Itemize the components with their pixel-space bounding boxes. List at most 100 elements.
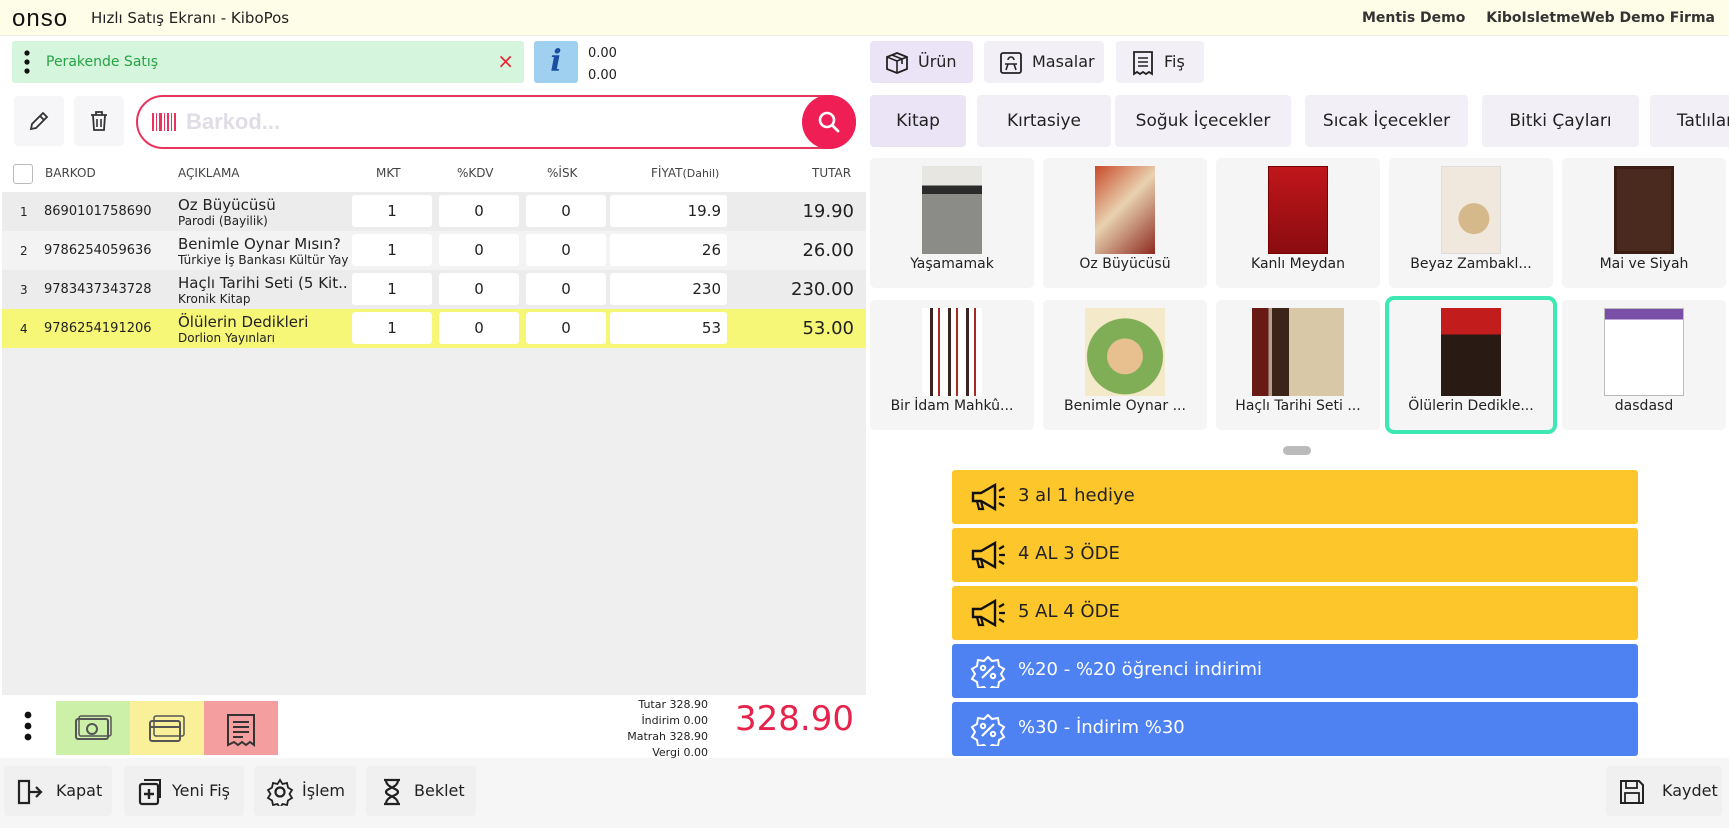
qty-field[interactable]: 1 — [352, 312, 432, 344]
table-row-selected[interactable]: 4 9786254191206 Ölülerin Dedikleri Dorli… — [2, 309, 866, 348]
kdv-field[interactable]: 0 — [439, 234, 519, 266]
cash-payment-button[interactable] — [56, 701, 130, 755]
discount-field[interactable]: 0 — [526, 312, 606, 344]
product-title: Benimle Oynar ... — [1064, 398, 1186, 414]
product-title: Kanlı Meydan — [1251, 256, 1345, 272]
cart-empty-area — [2, 348, 866, 695]
category-item[interactable]: Soğuk İçecekler — [1115, 95, 1291, 147]
discount-badge-icon — [970, 714, 1006, 746]
product-card[interactable]: Oz Büyücüsü — [1043, 158, 1207, 288]
matrah-value: 328.90 — [669, 730, 709, 743]
discount-field[interactable]: 0 — [526, 234, 606, 266]
product-card[interactable]: Bir İdam Mahkû... — [870, 300, 1034, 430]
megaphone-icon — [971, 482, 1005, 512]
product-title: dasdasd — [1614, 398, 1674, 414]
row-publisher: Dorlion Yayınları — [178, 331, 275, 345]
select-all-checkbox[interactable] — [13, 164, 33, 184]
clear-customer-icon[interactable]: × — [497, 49, 514, 73]
promotion-label: 3 al 1 hediye — [1018, 485, 1135, 506]
product-card[interactable]: Haçlı Tarihi Seti ... — [1216, 300, 1380, 430]
save-icon — [1620, 780, 1644, 804]
receipt-icon — [1133, 51, 1153, 76]
table-row[interactable]: 2 9786254059636 Benimle Oynar Mısın? Tür… — [2, 231, 866, 270]
col-fiyat: FİYAT(Dahil) — [651, 166, 719, 180]
promotion-button[interactable]: %20 - %20 öğrenci indirimi — [952, 644, 1638, 698]
product-title: Mai ve Siyah — [1599, 256, 1689, 272]
add-document-icon — [138, 779, 161, 806]
save-button[interactable]: Kaydet — [1606, 766, 1722, 816]
product-card-selected[interactable]: Ölülerin Dedikle... — [1385, 296, 1557, 434]
category-item[interactable]: Tatlılar — [1650, 95, 1729, 147]
row-total: 26.00 — [802, 240, 854, 261]
book-cover-image — [1252, 308, 1344, 396]
kdv-field[interactable]: 0 — [439, 312, 519, 344]
operation-label: İşlem — [302, 781, 345, 800]
pencil-icon — [29, 111, 49, 131]
promotion-button[interactable]: %30 - İndirim %30 — [952, 702, 1638, 756]
kdv-field[interactable]: 0 — [439, 195, 519, 227]
box-icon — [886, 52, 908, 74]
app-title: Hızlı Satış Ekranı - KiboPos — [91, 9, 290, 27]
customer-bar[interactable]: Perakende Satış × — [12, 41, 524, 83]
table-row[interactable]: 1 8690101758690 Oz Büyücüsü Parodi (Bayi… — [2, 192, 866, 231]
price-field[interactable]: 26 — [610, 234, 727, 266]
qty-field[interactable]: 1 — [352, 234, 432, 266]
col-isk: %İSK — [547, 166, 578, 180]
new-receipt-button[interactable]: Yeni Fiş — [124, 766, 244, 816]
card-payment-button[interactable] — [130, 701, 204, 755]
barcode-search[interactable] — [136, 95, 856, 149]
table-row[interactable]: 3 9783437343728 Haçlı Tarihi Seti (5 Kit… — [2, 270, 866, 309]
tab-urun[interactable]: Ürün — [870, 41, 973, 83]
tab-masalar[interactable]: Masalar — [984, 41, 1104, 83]
category-item[interactable]: Kırtasiye — [977, 95, 1111, 147]
row-publisher: Kronik Kitap — [178, 292, 251, 306]
operation-button[interactable]: İşlem — [254, 766, 356, 816]
user-name: Mentis Demo — [1361, 10, 1466, 26]
price-field[interactable]: 53 — [610, 312, 727, 344]
more-vertical-icon[interactable] — [24, 711, 32, 741]
col-mkt: MKT — [376, 166, 401, 180]
tab-fis-label: Fiş — [1164, 52, 1185, 71]
category-item[interactable]: Bitki Çayları — [1482, 95, 1639, 147]
promotion-button[interactable]: 4 AL 3 ÖDE — [952, 528, 1638, 582]
product-title: Haçlı Tarihi Seti ... — [1235, 398, 1361, 414]
search-button[interactable] — [802, 95, 856, 149]
product-card[interactable]: Benimle Oynar ... — [1043, 300, 1207, 430]
discount-field[interactable]: 0 — [526, 273, 606, 305]
product-card[interactable]: Kanlı Meydan — [1216, 158, 1380, 288]
qty-field[interactable]: 1 — [352, 273, 432, 305]
hold-button[interactable]: Beklet — [366, 766, 476, 816]
promotion-label: 4 AL 3 ÖDE — [1018, 543, 1120, 564]
row-total: 230.00 — [791, 279, 854, 300]
product-card[interactable]: Yaşamamak — [870, 158, 1034, 288]
cart-table-header: BARKOD AÇIKLAMA MKT %KDV %İSK FİYAT(Dahi… — [0, 160, 866, 188]
col-tutar: TUTAR — [812, 166, 852, 180]
indirim-value: 0.00 — [683, 714, 709, 727]
qty-field[interactable]: 1 — [352, 195, 432, 227]
close-button[interactable]: Kapat — [4, 766, 112, 816]
info-button[interactable]: i — [534, 41, 578, 83]
col-barkod: BARKOD — [45, 166, 96, 180]
promotion-button[interactable]: 5 AL 4 ÖDE — [952, 586, 1638, 640]
price-field[interactable]: 19.9 — [610, 195, 727, 227]
discount-field[interactable]: 0 — [526, 195, 606, 227]
delete-button[interactable] — [74, 96, 124, 146]
product-card[interactable]: Beyaz Zambakl... — [1389, 158, 1553, 288]
cart-rows: 1 8690101758690 Oz Büyücüsü Parodi (Bayi… — [2, 192, 866, 348]
category-item[interactable]: Kitap — [870, 95, 966, 147]
kdv-field[interactable]: 0 — [439, 273, 519, 305]
promotion-button[interactable]: 3 al 1 hediye — [952, 470, 1638, 524]
edit-button[interactable] — [14, 96, 64, 146]
more-vertical-icon[interactable] — [24, 50, 30, 74]
tab-fis[interactable]: Fiş — [1116, 41, 1204, 83]
barcode-input[interactable] — [186, 107, 786, 137]
product-card[interactable]: dasdasd — [1562, 300, 1726, 430]
row-barcode: 9786254059636 — [44, 243, 152, 258]
product-card[interactable]: Mai ve Siyah — [1562, 158, 1726, 288]
price-field[interactable]: 230 — [610, 273, 727, 305]
receipt-button[interactable] — [204, 701, 278, 755]
category-item[interactable]: Sıcak İçecekler — [1305, 95, 1468, 147]
receipt-icon — [227, 714, 255, 747]
resize-handle[interactable] — [1283, 446, 1311, 455]
promotion-label: 5 AL 4 ÖDE — [1018, 601, 1120, 622]
